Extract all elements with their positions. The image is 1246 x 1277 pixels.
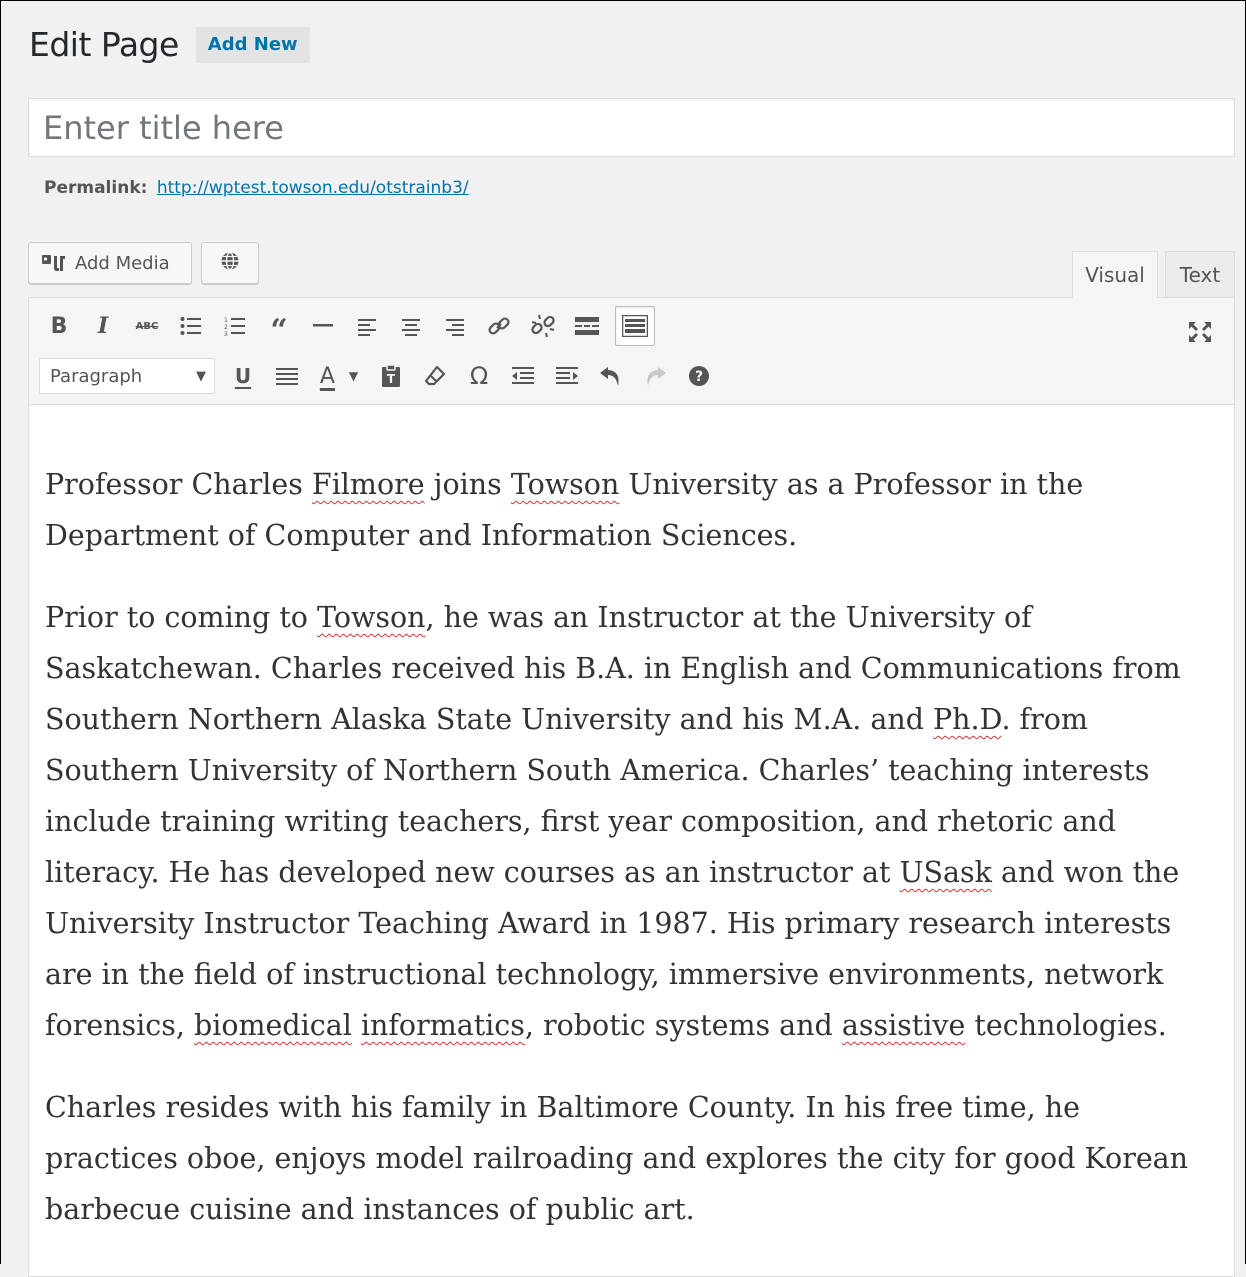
toolbar-row-2: Paragraph ▼ U A ▼ T Ω ?	[37, 356, 721, 396]
content-paragraph: Prior to coming to Towson, he was an Ins…	[45, 592, 1218, 1051]
chevron-down-icon: ▼	[196, 368, 206, 384]
misspelled-word: biomedical	[194, 1009, 352, 1042]
toolbar-row-1: B I ABC 123 “	[37, 306, 655, 346]
remove-link-icon[interactable]	[521, 306, 565, 346]
permalink-url[interactable]: http://wptest.towson.edu/otstrainb3/	[157, 178, 469, 198]
globe-button[interactable]	[201, 242, 259, 284]
globe-icon	[220, 251, 240, 276]
numbered-list-icon[interactable]: 123	[213, 306, 257, 346]
special-character-icon[interactable]: Ω	[457, 356, 501, 396]
underline-icon[interactable]: U	[221, 356, 265, 396]
text-run: joins	[424, 468, 511, 501]
misspelled-word: Towson	[317, 601, 426, 634]
paste-as-text-icon[interactable]: T	[369, 356, 413, 396]
format-select-value: Paragraph	[50, 365, 143, 387]
add-media-label: Add Media	[75, 252, 170, 274]
svg-text:?: ?	[695, 369, 703, 385]
svg-text:2: 2	[224, 324, 228, 331]
page-header: Edit Page Add New	[29, 25, 310, 64]
toolbar-toggle-icon[interactable]	[615, 306, 655, 346]
add-media-icon	[41, 252, 67, 274]
undo-icon[interactable]	[589, 356, 633, 396]
permalink-label: Permalink:	[44, 178, 148, 198]
text-run: Prior to coming to	[45, 601, 318, 634]
redo-icon[interactable]	[633, 356, 677, 396]
outdent-icon[interactable]	[501, 356, 545, 396]
editor-toolbar: B I ABC 123 “ Paragraph ▼ U A ▼ T Ω ?	[29, 298, 1234, 405]
misspelled-word: Towson	[510, 468, 620, 501]
justify-icon[interactable]	[265, 356, 309, 396]
tab-visual[interactable]: Visual	[1072, 251, 1158, 298]
indent-icon[interactable]	[545, 356, 589, 396]
add-media-button[interactable]: Add Media	[28, 242, 192, 284]
align-right-icon[interactable]	[433, 306, 477, 346]
title-field-wrapper	[28, 98, 1235, 157]
text-run: , robotic systems and	[524, 1009, 842, 1042]
editor-content[interactable]: Professor Charles Filmore joins Towson U…	[29, 405, 1234, 1235]
misspelled-word: USask	[899, 856, 992, 889]
text-color-icon[interactable]: A ▼	[309, 356, 369, 396]
horizontal-line-icon[interactable]	[301, 306, 345, 346]
insert-link-icon[interactable]	[477, 306, 521, 346]
misspelled-word: Ph.D	[933, 703, 1002, 736]
misspelled-word: Filmore	[311, 468, 425, 501]
strikethrough-icon[interactable]: ABC	[125, 306, 169, 346]
permalink: Permalink: http://wptest.towson.edu/otst…	[44, 178, 469, 198]
text-run	[352, 1009, 361, 1042]
svg-text:T: T	[387, 372, 396, 386]
distraction-free-icon[interactable]	[1178, 312, 1222, 352]
content-paragraph: Charles resides with his family in Balti…	[45, 1091, 1189, 1226]
content-paragraph: Professor Charles Filmore joins Towson U…	[45, 459, 1218, 561]
format-select[interactable]: Paragraph ▼	[39, 358, 215, 394]
bold-icon[interactable]: B	[37, 306, 81, 346]
italic-icon[interactable]: I	[81, 306, 125, 346]
align-center-icon[interactable]	[389, 306, 433, 346]
misspelled-word: assistive	[841, 1009, 966, 1042]
blockquote-icon[interactable]: “	[257, 306, 301, 346]
bulleted-list-icon[interactable]	[169, 306, 213, 346]
svg-text:3: 3	[224, 331, 228, 336]
clear-formatting-icon[interactable]	[413, 356, 457, 396]
title-input[interactable]	[29, 99, 1234, 156]
tab-text[interactable]: Text	[1165, 251, 1235, 298]
svg-text:1: 1	[224, 317, 228, 324]
align-left-icon[interactable]	[345, 306, 389, 346]
add-new-button[interactable]: Add New	[195, 26, 310, 63]
help-icon[interactable]: ?	[677, 356, 721, 396]
read-more-icon[interactable]	[565, 306, 609, 346]
content-editor: B I ABC 123 “ Paragraph ▼ U A ▼ T Ω ? Pr…	[28, 297, 1235, 1277]
misspelled-word: informatics	[360, 1009, 525, 1042]
text-run: Professor Charles	[45, 468, 312, 501]
page-title: Edit Page	[29, 25, 179, 64]
text-run: technologies.	[965, 1009, 1167, 1042]
